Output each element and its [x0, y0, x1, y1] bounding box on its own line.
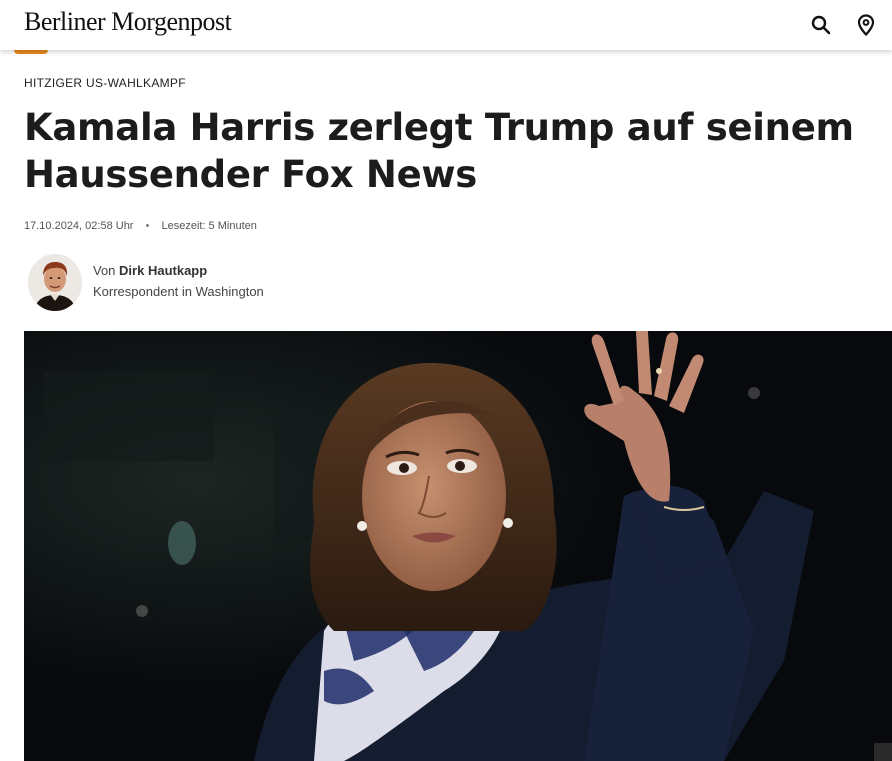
- meta-separator: •: [145, 220, 150, 232]
- author-role: Korrespondent in Washington: [93, 284, 264, 299]
- search-icon[interactable]: [809, 13, 833, 37]
- author-byline: Von Dirk Hautkapp: [93, 263, 207, 278]
- site-logo[interactable]: Berliner Morgenpost: [24, 7, 232, 37]
- article-kicker: HITZIGER US-WAHLKAMPF: [24, 76, 186, 90]
- article-meta: 17.10.2024, 02:58 Uhr • Lesezeit: 5 Minu…: [24, 220, 257, 232]
- location-pin-icon[interactable]: [854, 13, 878, 37]
- author-avatar[interactable]: [28, 254, 82, 311]
- hero-image[interactable]: [24, 331, 892, 761]
- article-headline: Kamala Harris zerlegt Trump auf seinem H…: [24, 106, 854, 196]
- author-prefix: Von: [93, 263, 116, 278]
- author-name[interactable]: Dirk Hautkapp: [119, 263, 207, 278]
- reading-time: Lesezeit: 5 Minuten: [161, 220, 257, 232]
- publish-date: 17.10.2024, 02:58 Uhr: [24, 220, 134, 232]
- site-header: Berliner Morgenpost: [0, 0, 892, 50]
